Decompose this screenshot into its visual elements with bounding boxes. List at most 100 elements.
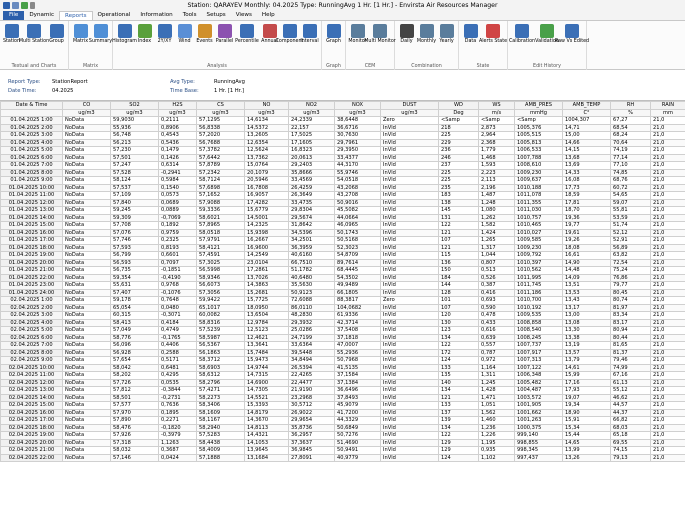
table-row[interactable]: 01.04.2025 18:00 NoData 57,593 0,8193 58,412… <box>0 243 685 252</box>
table-row[interactable]: 02.04.2025 22:00 NoData 57,146 0,0424 57,188… <box>0 453 685 462</box>
save-icon[interactable] <box>12 2 19 9</box>
table-row[interactable]: 01.04.2025 23:00 NoData 55,631 0,9768 56,607… <box>0 281 685 290</box>
data-button[interactable]: Data <box>461 23 480 63</box>
value-cell: 138 <box>438 198 479 207</box>
table-row[interactable]: 01.04.2025 24:00 NoData 57,407 -0,1076 57,30… <box>0 288 685 297</box>
table-row[interactable]: 02.04.2025 4:00 NoData 58,413 0,4184 58,8316… <box>0 318 685 327</box>
table-row[interactable]: 02.04.2025 19:00 NoData 57,926 -0,3979 57,52… <box>0 431 685 440</box>
refresh-icon[interactable] <box>21 2 28 9</box>
table-row[interactable]: 02.04.2025 18:00 NoData 58,476 -0,1820 58,29… <box>0 423 685 432</box>
column-header[interactable]: WS <box>478 101 515 110</box>
2y-xy-button[interactable]: 2Y/XY <box>155 23 174 63</box>
graph-button[interactable]: Graph <box>324 23 343 63</box>
tab-tools[interactable]: Tools <box>178 11 202 20</box>
table-row[interactable]: 01.04.2025 4:00 NoData 56,213 0,5436 56,7688… <box>0 138 685 147</box>
table-row[interactable]: 02.04.2025 8:00 NoData 56,928 0,2588 56,1863… <box>0 348 685 357</box>
tab-file[interactable]: File <box>3 11 25 20</box>
wind-button[interactable]: Wind <box>175 23 194 63</box>
events-button[interactable]: Events <box>195 23 214 63</box>
table-row[interactable]: 01.04.2025 21:00 NoData 56,735 -0,1851 56,59… <box>0 266 685 275</box>
tab-views[interactable]: Views <box>231 11 257 20</box>
group-button[interactable]: Group <box>47 23 66 63</box>
index-button[interactable]: Index <box>135 23 154 63</box>
data-grid[interactable]: Date & Time CO SO2 H2S CS NO NO2 NOX DUST WD WS AMB… <box>0 100 685 512</box>
table-row[interactable]: 02.04.2025 12:00 NoData 57,726 0,0535 58,279… <box>0 378 685 387</box>
table-row[interactable]: 01.04.2025 10:00 NoData 57,537 0,1540 57,689… <box>0 183 685 192</box>
table-row[interactable]: 02.04.2025 2:00 NoData 65,054 0,0480 65,1017… <box>0 303 685 312</box>
matrix-button[interactable]: Matrix <box>71 23 90 63</box>
table-row[interactable]: 02.04.2025 21:00 NoData 58,032 0,3687 58,400… <box>0 446 685 455</box>
column-header[interactable]: H2S <box>158 101 197 110</box>
parallel-button[interactable]: Parallel <box>215 23 234 63</box>
table-row[interactable]: 01.04.2025 12:00 NoData 57,840 0,0689 57,908… <box>0 198 685 207</box>
table-row[interactable]: 01.04.2025 1:00 NoData 59,9030 0,2111 57,129… <box>0 116 685 125</box>
column-header[interactable]: RH <box>610 101 651 110</box>
table-row[interactable]: 02.04.2025 6:00 NoData 58,776 -0,1765 58,598… <box>0 333 685 342</box>
tab-setups[interactable]: Setups <box>202 11 231 20</box>
histogram-button[interactable]: Histogram <box>112 23 137 63</box>
multi-monitor-button[interactable]: Multi Monitor <box>364 23 396 63</box>
table-row[interactable]: 01.04.2025 14:00 NoData 59,309 -0,7069 58,60… <box>0 213 685 222</box>
table-row[interactable]: 02.04.2025 13:00 NoData 57,812 -0,3844 57,42… <box>0 386 685 395</box>
table-row[interactable]: 01.04.2025 2:00 NoData 55,936 0,8906 56,8338… <box>0 123 685 132</box>
tab-dynamic[interactable]: Dynamic <box>24 11 59 20</box>
tab-operational[interactable]: Operational <box>93 11 136 20</box>
interval-button[interactable]: Interval <box>300 23 319 63</box>
summary-button[interactable]: Summary <box>89 23 112 63</box>
value-cell: 37,8493 <box>334 393 381 402</box>
table-row[interactable]: 01.04.2025 11:00 NoData 57,109 0,0573 57,165… <box>0 191 685 200</box>
multi-station-button[interactable]: Multi Station <box>19 23 49 63</box>
table-row[interactable]: 01.04.2025 8:00 NoData 57,528 -0,2941 57,234… <box>0 168 685 177</box>
table-row[interactable]: 02.04.2025 16:00 NoData 57,970 0,1895 58,160… <box>0 408 685 417</box>
value-cell: 57,6442 <box>196 153 245 162</box>
component-button[interactable]: Component <box>276 23 303 63</box>
table-row[interactable]: 02.04.2025 9:00 NoData 57,654 0,5171 58,3712… <box>0 356 685 365</box>
column-header[interactable]: Date & Time <box>0 101 63 110</box>
column-header[interactable]: CO <box>62 101 111 110</box>
tab-help[interactable]: Help <box>257 11 280 20</box>
table-row[interactable]: 01.04.2025 17:00 NoData 57,746 0,2325 57,979… <box>0 236 685 245</box>
table-row[interactable]: 02.04.2025 3:00 NoData 60,315 -0,3071 60,008… <box>0 311 685 320</box>
chevron-down-icon[interactable] <box>30 2 35 9</box>
table-row[interactable]: 02.04.2025 15:00 NoData 57,577 0,7636 58,340… <box>0 401 685 410</box>
table-row[interactable]: 02.04.2025 1:00 NoData 59,178 0,7648 59,9422… <box>0 296 685 305</box>
monthly-button[interactable]: Monthly <box>417 23 436 63</box>
column-header[interactable]: SO2 <box>110 101 159 110</box>
table-row[interactable]: 01.04.2025 6:00 NoData 57,501 0,1426 57,6442… <box>0 153 685 162</box>
table-row[interactable]: 02.04.2025 14:00 NoData 58,501 -0,2731 58,22… <box>0 393 685 402</box>
tab-information[interactable]: Information <box>135 11 177 20</box>
column-header[interactable]: NOX <box>334 101 381 110</box>
table-row[interactable]: 01.04.2025 20:00 NoData 56,593 0,7097 57,302… <box>0 258 685 267</box>
table-row[interactable]: 02.04.2025 7:00 NoData 56,096 0,4406 56,5367… <box>0 341 685 350</box>
table-row[interactable]: 01.04.2025 7:00 NoData 57,247 0,6314 57,8789… <box>0 161 685 170</box>
table-row[interactable]: 02.04.2025 10:00 NoData 58,042 0,6481 58,690… <box>0 363 685 372</box>
column-header[interactable]: RAIN <box>650 101 685 110</box>
raw-vs-edited-button[interactable]: Raw Vs Edited <box>555 23 589 63</box>
table-row[interactable]: 01.04.2025 16:00 NoData 57,076 0,9759 58,051… <box>0 228 685 237</box>
tab-reports[interactable]: Reports <box>59 11 93 20</box>
value-cell: 57,577 <box>110 401 159 410</box>
column-header[interactable]: CS <box>196 101 245 110</box>
yearly-button[interactable]: Yearly <box>437 23 456 63</box>
table-row[interactable]: 02.04.2025 20:00 NoData 57,318 1,1263 58,443… <box>0 438 685 447</box>
table-row[interactable]: 01.04.2025 3:00 NoData 56,748 0,4543 57,2020… <box>0 131 685 140</box>
table-row[interactable]: 01.04.2025 13:00 NoData 59,245 0,0889 59,333… <box>0 206 685 215</box>
alerts-state-button[interactable]: Alerts State <box>479 23 507 63</box>
daily-button[interactable]: Daily <box>397 23 416 63</box>
percentile-button[interactable]: Percentile <box>235 23 259 63</box>
calibration-button[interactable]: Calibration <box>509 23 535 63</box>
table-row[interactable]: 02.04.2025 5:00 NoData 57,049 0,4749 57,5239… <box>0 326 685 335</box>
column-header[interactable]: AMB_TEMP <box>562 101 611 110</box>
table-row[interactable]: 01.04.2025 19:00 NoData 56,799 0,6601 57,459… <box>0 251 685 260</box>
table-row[interactable]: 01.04.2025 9:00 NoData 58,124 0,5984 58,7124… <box>0 176 685 185</box>
table-row[interactable]: 01.04.2025 15:00 NoData 57,708 0,1892 57,896… <box>0 221 685 230</box>
column-header[interactable]: AMB_PRES <box>514 101 563 110</box>
table-row[interactable]: 02.04.2025 11:00 NoData 58,202 0,4295 58,631… <box>0 371 685 380</box>
column-header[interactable]: WD <box>438 101 479 110</box>
column-header[interactable]: NO2 <box>288 101 335 110</box>
table-row[interactable]: 01.04.2025 22:00 NoData 59,354 -0,4190 58,93… <box>0 273 685 282</box>
table-row[interactable]: 01.04.2025 5:00 NoData 57,230 0,1479 57,3782… <box>0 146 685 155</box>
table-row[interactable]: 02.04.2025 17:00 NoData 57,890 0,2271 58,116… <box>0 416 685 425</box>
column-header[interactable]: NO <box>244 101 289 110</box>
column-header[interactable]: DUST <box>380 101 439 110</box>
